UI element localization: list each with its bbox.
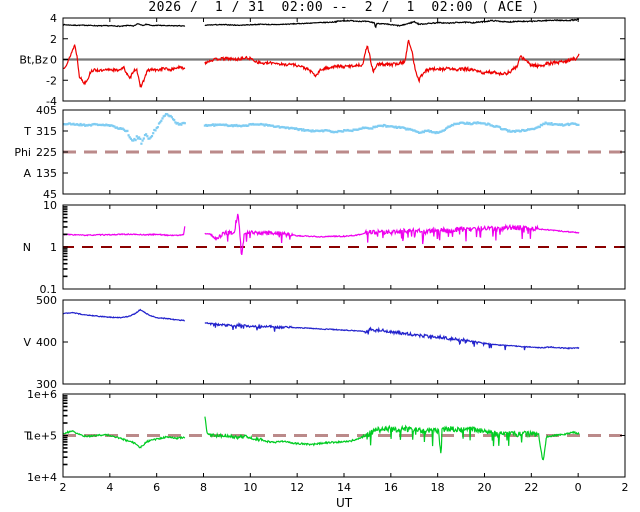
bz-trace	[63, 40, 579, 87]
x-tick-label: 2	[60, 481, 67, 494]
magnetic-field-ytick-label: 2	[50, 33, 57, 46]
phi-angle-ytick-label: 135	[36, 167, 57, 180]
x-axis-label: UT	[63, 496, 625, 510]
phi-angle-axis-label: Phi	[14, 146, 31, 159]
x-tick-label: 8	[200, 481, 207, 494]
magnetic-field-axis-label: Bt,Bz	[19, 54, 48, 67]
x-tick-label: 2	[622, 481, 629, 494]
phi-angle-ytick-label: 405	[36, 104, 57, 117]
x-tick-label: 12	[290, 481, 304, 494]
x-tick-label: 6	[153, 481, 160, 494]
x-tick-label: 16	[384, 481, 398, 494]
speed-ytick-label: 500	[36, 294, 57, 307]
speed-ytick-label: 400	[36, 336, 57, 349]
phi-angle-axis-label: A	[23, 167, 31, 180]
bt-trace	[63, 19, 579, 27]
temperature-axis-label: T	[23, 430, 31, 443]
x-tick-label: 0	[575, 481, 582, 494]
temperature-ytick-label: 1e+5	[27, 430, 57, 443]
phi-angle-axis-label: T	[23, 125, 31, 138]
x-tick-label: 14	[337, 481, 351, 494]
magnetic-field-ytick-label: 0	[50, 54, 57, 67]
temperature-ytick-label: 1e+6	[27, 388, 57, 401]
density-axis-label: N	[23, 241, 31, 254]
ace-solar-wind-plot: 2026 / 1 / 31 02:00 -- 2 / 1 02:00 ( ACE…	[0, 0, 640, 512]
chart-canvas: 420-2-4Bt,Bz40531522513545TPhiA1010.1N50…	[0, 0, 640, 512]
phi-angle-ytick-label: 315	[36, 125, 57, 138]
n-trace	[63, 214, 579, 255]
x-tick-label: 22	[524, 481, 538, 494]
temperature-ytick-label: 1e+4	[27, 471, 57, 484]
v-trace	[63, 310, 579, 351]
t-trace	[63, 417, 579, 460]
x-tick-label: 10	[243, 481, 257, 494]
x-tick-label: 18	[431, 481, 445, 494]
phi-angle-ytick-label: 225	[36, 146, 57, 159]
magnetic-field-ytick-label: -2	[46, 74, 57, 87]
phi-trace	[62, 113, 580, 145]
x-tick-label: 20	[478, 481, 492, 494]
speed-axis-label: V	[23, 336, 31, 349]
speed-frame	[63, 300, 625, 384]
x-tick-label: 4	[106, 481, 113, 494]
magnetic-field-ytick-label: 4	[50, 12, 57, 25]
density-ytick-label: 1	[50, 241, 57, 254]
density-ytick-label: 10	[43, 199, 57, 212]
